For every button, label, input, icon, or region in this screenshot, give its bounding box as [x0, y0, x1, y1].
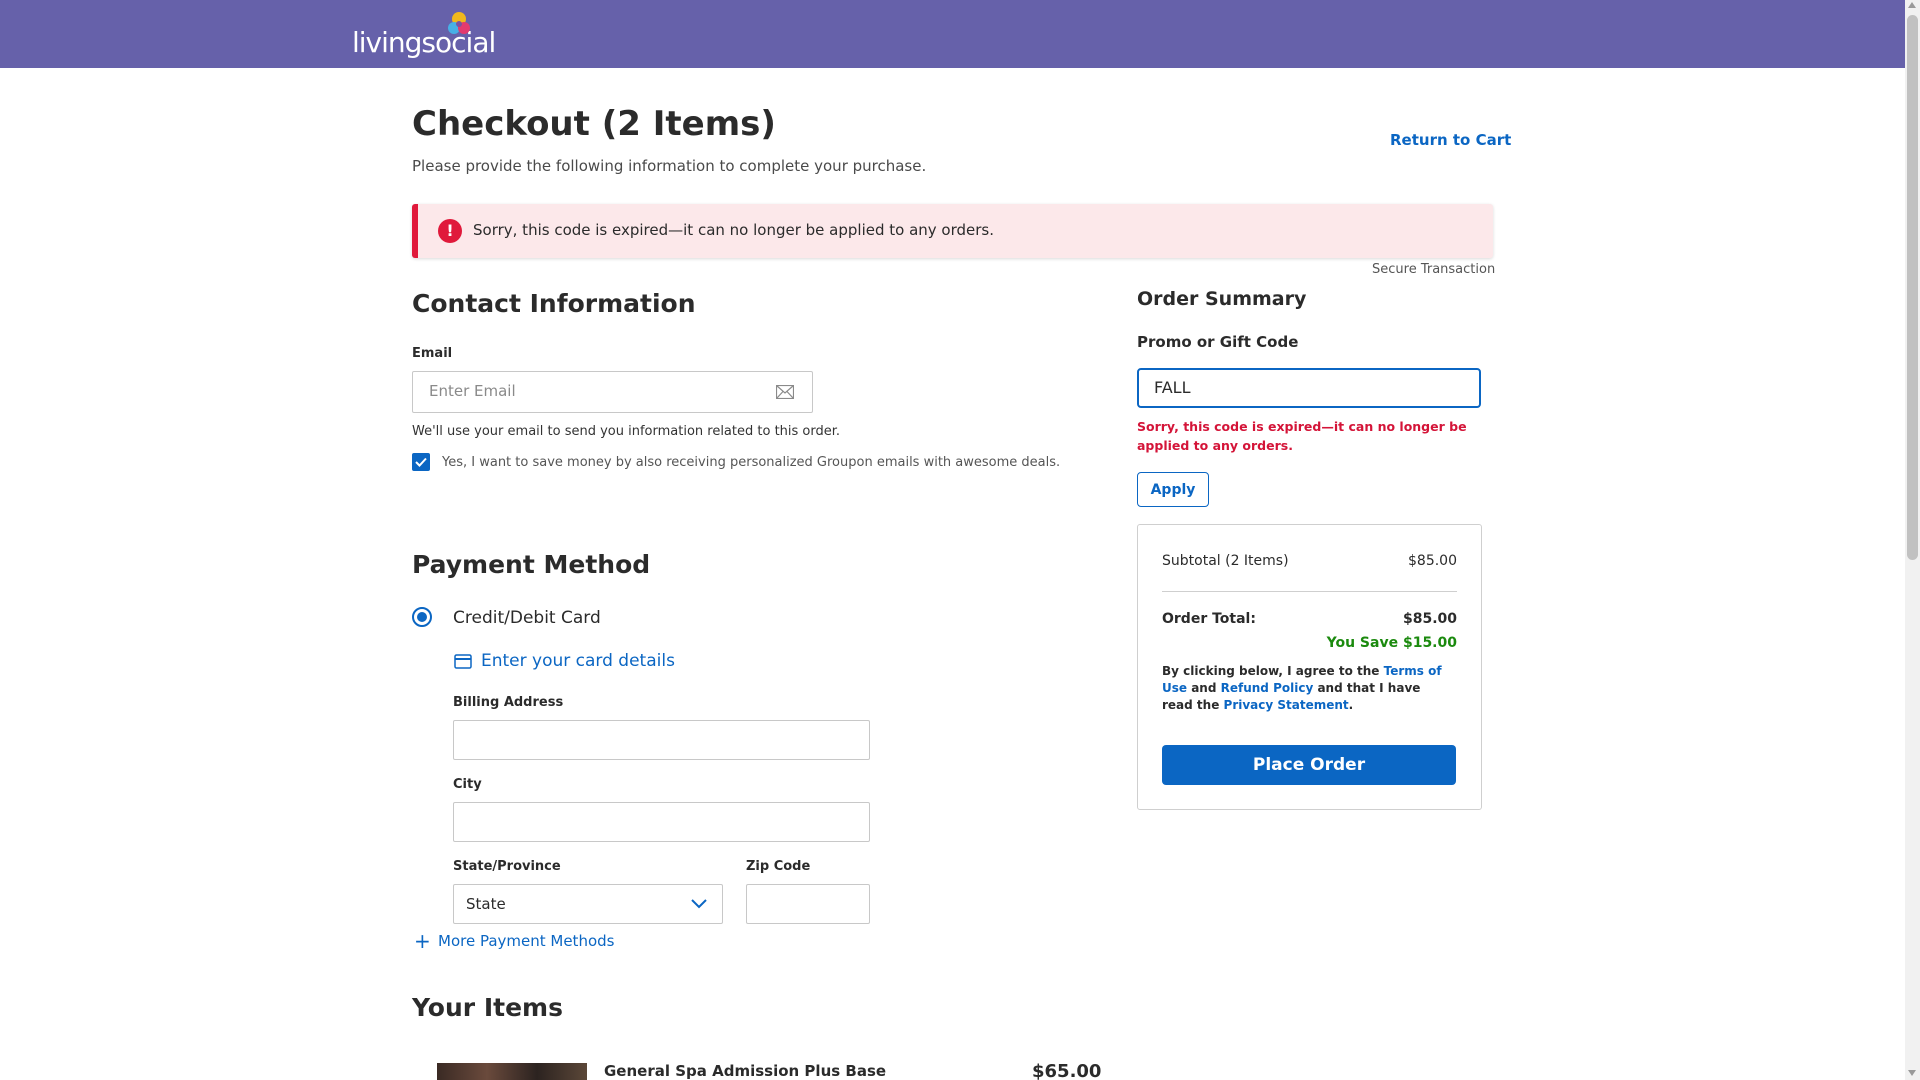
email-field-container: [412, 371, 813, 413]
savings-text: You Save $15.00: [1326, 635, 1457, 651]
optin-checkbox[interactable]: [412, 453, 430, 471]
order-total-label: Order Total:: [1162, 611, 1256, 627]
billing-address-label: Billing Address: [453, 695, 564, 710]
chevron-down-icon: [691, 899, 707, 909]
promo-code-input[interactable]: [1154, 378, 1454, 397]
credit-card-icon: [454, 654, 472, 669]
subtotal-row: Subtotal (2 Items) $85.00: [1162, 553, 1457, 569]
state-select-value: State: [466, 895, 506, 913]
logo-dots-icon: [448, 12, 470, 34]
place-order-button[interactable]: Place Order: [1162, 745, 1456, 785]
subtotal-label: Subtotal (2 Items): [1162, 553, 1289, 569]
order-summary-card: Subtotal (2 Items) $85.00 Order Total: $…: [1137, 524, 1482, 810]
secure-transaction-label: Secure Transaction: [1372, 262, 1496, 277]
legal-text-part: and: [1187, 681, 1221, 695]
refund-policy-link[interactable]: Refund Policy: [1221, 681, 1314, 695]
email-input[interactable]: [429, 382, 749, 400]
scroll-thumb[interactable]: [1907, 15, 1918, 560]
promo-code-label: Promo or Gift Code: [1137, 333, 1299, 351]
legal-text-part: By clicking below, I agree to the: [1162, 664, 1384, 678]
item-thumbnail[interactable]: [437, 1063, 587, 1080]
privacy-statement-link[interactable]: Privacy Statement: [1224, 698, 1349, 712]
contact-info-heading: Contact Information: [412, 289, 696, 318]
checkmark-icon: [415, 457, 427, 467]
apply-promo-button[interactable]: Apply: [1137, 472, 1209, 507]
scroll-down-arrow-icon[interactable]: [1908, 1070, 1916, 1076]
plus-icon: +: [414, 929, 431, 953]
promo-error-message: Sorry, this code is expired—it can no lo…: [1137, 419, 1467, 453]
credit-card-radio[interactable]: [412, 607, 432, 627]
payment-method-heading: Payment Method: [412, 550, 651, 579]
more-payment-methods-link[interactable]: + More Payment Methods: [414, 929, 615, 953]
return-to-cart-link[interactable]: Return to Cart: [1390, 131, 1511, 149]
zip-code-label: Zip Code: [746, 859, 811, 874]
card-details-label: Enter your card details: [481, 651, 675, 671]
city-label: City: [453, 777, 482, 792]
error-icon: !: [438, 219, 462, 243]
city-input[interactable]: [453, 802, 870, 842]
more-payment-methods-label: More Payment Methods: [438, 932, 615, 950]
credit-card-label[interactable]: Credit/Debit Card: [453, 608, 601, 628]
subtotal-value: $85.00: [1408, 553, 1457, 569]
your-items-heading: Your Items: [412, 993, 563, 1022]
alert-message: Sorry, this code is expired—it can no lo…: [473, 221, 995, 239]
optin-label: Yes, I want to save money by also receiv…: [442, 455, 1061, 470]
promo-code-field: [1137, 368, 1481, 408]
order-summary-heading: Order Summary: [1137, 288, 1307, 310]
email-label: Email: [412, 346, 453, 361]
state-label: State/Province: [453, 859, 561, 874]
summary-divider: [1162, 591, 1457, 592]
legal-text-part: .: [1348, 698, 1354, 712]
envelope-icon: [776, 385, 794, 399]
error-alert: ! Sorry, this code is expired—it can no …: [412, 204, 1493, 258]
scroll-up-arrow-icon[interactable]: [1908, 2, 1916, 8]
item-price: $65.00: [1032, 1061, 1102, 1080]
top-nav-bar: livingsocial: [0, 0, 1905, 68]
page-scrollbar[interactable]: [1905, 0, 1920, 1080]
order-total-value: $85.00: [1402, 611, 1457, 627]
item-name[interactable]: General Spa Admission Plus Base: [604, 1062, 886, 1080]
billing-address-input[interactable]: [453, 720, 870, 760]
order-total-row: Order Total: $85.00: [1162, 611, 1457, 627]
zip-code-input[interactable]: [746, 884, 870, 924]
state-select[interactable]: State: [453, 884, 723, 924]
livingsocial-logo[interactable]: livingsocial: [352, 10, 496, 59]
page-subtitle: Please provide the following information…: [412, 157, 927, 175]
legal-text: By clicking below, I agree to the Terms …: [1162, 663, 1452, 714]
email-note: We'll use your email to send you informa…: [412, 424, 841, 439]
page-title: Checkout (2 Items): [412, 104, 776, 144]
